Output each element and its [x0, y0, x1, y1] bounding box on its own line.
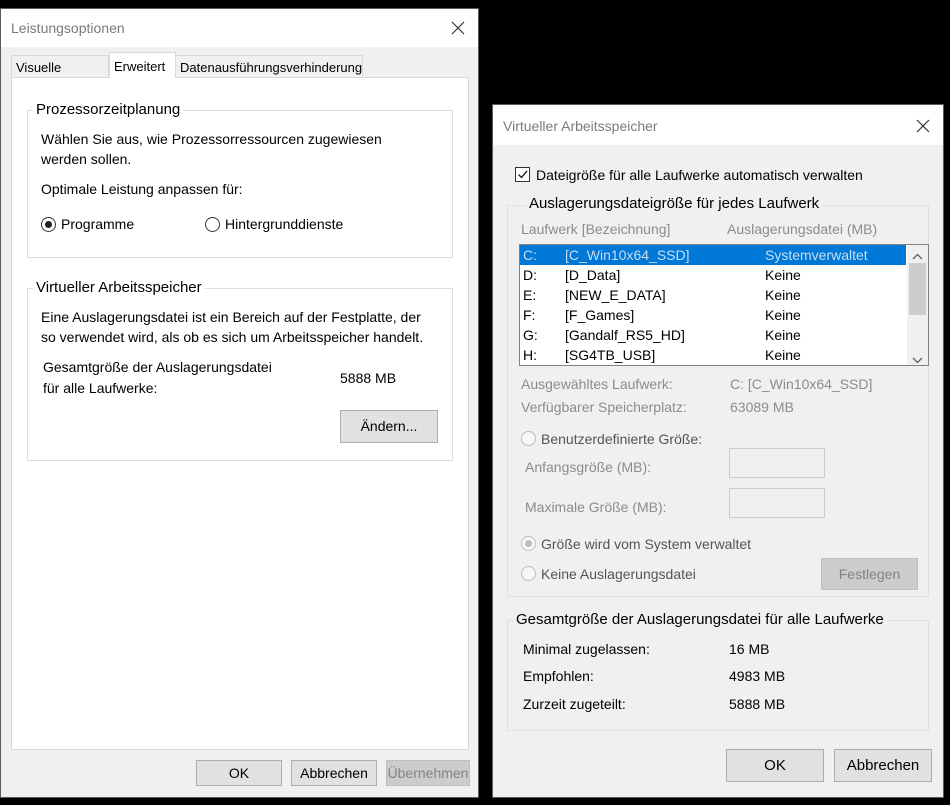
- change-button[interactable]: Ändern...: [340, 410, 438, 443]
- drive-list-row[interactable]: G: [Gandalf_RS5_HD] Keine: [520, 325, 906, 345]
- min-value: 16 MB: [729, 641, 770, 657]
- drive-list-row[interactable]: E: [NEW_E_DATA] Keine: [520, 285, 906, 305]
- vm-desc-line1: Eine Auslagerungsdatei ist ein Bereich a…: [41, 309, 421, 325]
- system-managed-label[interactable]: Größe wird vom System verwaltet: [541, 536, 751, 552]
- set-button[interactable]: Festlegen: [821, 558, 918, 590]
- cancel-button[interactable]: Abbrechen: [291, 760, 377, 786]
- drive-label: [D_Data]: [565, 267, 621, 283]
- current-label: Zurzeit zugeteilt:: [523, 696, 626, 712]
- recommended-value: 4983 MB: [729, 668, 786, 684]
- initial-size-input[interactable]: [729, 448, 825, 478]
- drive-letter: D:: [523, 267, 537, 283]
- drive-letter: H:: [523, 347, 537, 363]
- custom-size-label[interactable]: Benutzerdefinierte Größe:: [541, 431, 702, 447]
- vm-window-title: Virtueller Arbeitsspeicher: [503, 118, 658, 134]
- no-pagefile-radio[interactable]: [521, 566, 536, 581]
- max-size-input[interactable]: [729, 488, 825, 518]
- drive-label: [C_Win10x64_SSD]: [565, 247, 690, 263]
- scroll-down-icon[interactable]: [912, 351, 923, 365]
- free-space-value: 63089 MB: [730, 399, 794, 415]
- processor-desc-line1: Wählen Sie aus, wie Prozessorressourcen …: [41, 131, 382, 147]
- background-services-radio-label[interactable]: Hintergrunddienste: [225, 216, 343, 232]
- recommended-label: Empfohlen:: [523, 668, 594, 684]
- vm-close-icon[interactable]: [916, 119, 930, 133]
- drive-pagefile: Systemverwaltet: [765, 247, 868, 263]
- no-pagefile-label[interactable]: Keine Auslagerungsdatei: [541, 566, 696, 582]
- drive-list-row[interactable]: F: [F_Games] Keine: [520, 305, 906, 325]
- initial-size-label: Anfangsgröße (MB):: [525, 459, 652, 475]
- drive-list-row[interactable]: C: [C_Win10x64_SSD] Systemverwaltet: [520, 245, 906, 265]
- checkmark-icon: [518, 170, 528, 179]
- list-scrollbar[interactable]: [907, 245, 928, 365]
- window-title: Leistungsoptionen: [11, 20, 125, 36]
- change-button-label: Ändern...: [360, 418, 418, 434]
- tab-dep-label: Datenausführungsverhinderung: [180, 60, 363, 75]
- apply-button[interactable]: Übernehmen: [386, 760, 470, 786]
- column-drive-header: Laufwerk [Bezeichnung]: [521, 221, 671, 237]
- current-value: 5888 MB: [729, 696, 786, 712]
- virtual-memory-title: Virtueller Arbeitsspeicher: [33, 279, 205, 296]
- drive-pagefile: Keine: [765, 347, 801, 363]
- selected-drive-label: Ausgewähltes Laufwerk:: [521, 376, 673, 392]
- tab-advanced-label: Erweitert: [114, 59, 166, 74]
- drive-pagefile: Keine: [765, 267, 801, 283]
- drive-list-row[interactable]: H: [SG4TB_USB] Keine: [520, 345, 906, 365]
- vm-cancel-button-label: Abbrechen: [846, 757, 920, 774]
- programs-radio-label[interactable]: Programme: [61, 216, 134, 232]
- drive-letter: E:: [523, 287, 537, 303]
- vm-ok-button[interactable]: OK: [726, 749, 824, 782]
- drive-letter: F:: [523, 307, 536, 323]
- close-icon[interactable]: [451, 21, 465, 35]
- drive-letter: C:: [523, 247, 537, 263]
- free-space-label: Verfügbarer Speicherplatz:: [521, 399, 687, 415]
- background-services-radio[interactable]: [205, 217, 220, 232]
- optimize-label: Optimale Leistung anpassen für:: [41, 181, 243, 197]
- custom-size-radio[interactable]: [521, 431, 536, 446]
- programs-radio[interactable]: [41, 217, 56, 232]
- apply-button-label: Übernehmen: [387, 765, 469, 781]
- max-size-label: Maximale Größe (MB):: [525, 499, 667, 515]
- processor-desc-line2: werden sollen.: [41, 151, 132, 167]
- auto-manage-checkbox[interactable]: [515, 167, 530, 182]
- vm-total-value: 5888 MB: [340, 370, 397, 386]
- vm-title-bar[interactable]: Virtueller Arbeitsspeicher: [493, 105, 943, 145]
- processor-scheduling-title: Prozessorzeitplanung: [33, 101, 184, 118]
- tab-advanced[interactable]: Erweitert: [109, 52, 176, 78]
- scroll-up-icon[interactable]: [912, 248, 923, 264]
- system-managed-radio[interactable]: [521, 536, 536, 551]
- vm-total-label-line2: für alle Laufwerke:: [43, 380, 158, 396]
- drive-pagefile: Keine: [765, 327, 801, 343]
- drive-letter: G:: [523, 327, 538, 343]
- drive-pagefile: Keine: [765, 287, 801, 303]
- scrollbar-thumb[interactable]: [909, 263, 926, 315]
- drive-list-row[interactable]: D: [D_Data] Keine: [520, 265, 906, 285]
- ok-button-label: OK: [228, 765, 250, 781]
- per-drive-group-title: Auslagerungsdateigröße für jedes Laufwer…: [526, 195, 823, 212]
- drive-pagefile: Keine: [765, 307, 801, 323]
- tab-visual-effects[interactable]: Visuelle Effekte: [11, 55, 109, 90]
- drive-label: [F_Games]: [565, 307, 635, 323]
- drive-label: [Gandalf_RS5_HD]: [565, 327, 685, 343]
- drive-list[interactable]: C: [C_Win10x64_SSD] Systemverwaltet D: [D_Da…: [519, 244, 929, 366]
- selected-drive-value: C: [C_Win10x64_SSD]: [730, 376, 873, 392]
- drive-label: [SG4TB_USB]: [565, 347, 656, 363]
- cancel-button-label: Abbrechen: [300, 765, 368, 781]
- ok-button[interactable]: OK: [196, 760, 282, 786]
- totals-group-title: Gesamtgröße der Auslagerungsdatei für al…: [513, 611, 887, 628]
- tab-dep[interactable]: Datenausführungsverhinderung: [175, 55, 363, 76]
- vm-cancel-button[interactable]: Abbrechen: [834, 749, 932, 782]
- column-pagefile-header: Auslagerungsdatei (MB): [727, 221, 878, 237]
- set-button-label: Festlegen: [838, 566, 901, 582]
- min-label: Minimal zugelassen:: [523, 641, 650, 657]
- title-bar[interactable]: Leistungsoptionen: [1, 9, 478, 47]
- vm-ok-button-label: OK: [764, 757, 786, 774]
- vm-desc-line2: so verwendet wird, als ob es sich um Arb…: [41, 329, 424, 345]
- drive-label: [NEW_E_DATA]: [565, 287, 666, 303]
- auto-manage-label[interactable]: Dateigröße für alle Laufwerke automatisc…: [536, 167, 863, 183]
- vm-total-label-line1: Gesamtgröße der Auslagerungsdatei: [43, 359, 272, 375]
